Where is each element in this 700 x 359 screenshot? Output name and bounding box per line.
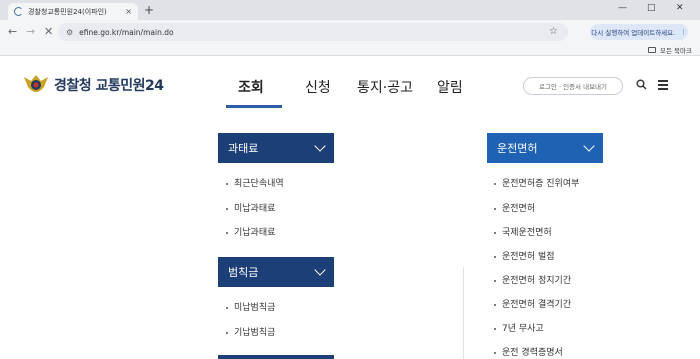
- browser-tabstrip: 경찰청교통민원24(이파인) × + — □ ✕: [0, 0, 700, 20]
- tab-close-icon[interactable]: ×: [125, 7, 132, 16]
- column-divider: [463, 267, 464, 359]
- menu-item-recent-enforcement[interactable]: 최근단속내역: [226, 176, 284, 189]
- more-menu-icon: ⋮: [680, 28, 687, 36]
- url-text: efine.go.kr/main/main.do: [79, 27, 174, 37]
- menu-item-unpaid-penalty[interactable]: 미납범칙금: [226, 300, 275, 313]
- menu-item-label: 운전면허 결격기간: [502, 300, 572, 310]
- menu-item-label: 기납범칙금: [234, 328, 276, 338]
- update-button[interactable]: 다시 실행하여 업데이트하세요. ⋮: [590, 24, 688, 40]
- bookmarks-bar: 모든 북마크: [0, 44, 700, 56]
- new-tab-button[interactable]: +: [144, 4, 154, 16]
- chevron-down-icon: [314, 264, 326, 276]
- menu-item-paid-penalty[interactable]: 기납범칙금: [226, 325, 275, 338]
- category-license-title: 운전면허: [497, 142, 538, 155]
- menu-item-7yr-no-accident[interactable]: 7년 무사고: [494, 321, 544, 334]
- stop-loading-icon[interactable]: ✕: [44, 25, 53, 38]
- bookmark-star-icon[interactable]: ☆: [549, 26, 558, 37]
- menu-item-unpaid-fines[interactable]: 미납과태료: [226, 201, 275, 214]
- logo-text: 경찰청 교통민원24: [54, 75, 164, 95]
- loading-spinner-icon: [14, 7, 23, 16]
- back-arrow-icon[interactable]: ←: [8, 25, 17, 38]
- menu-item-license[interactable]: 운전면허: [494, 201, 535, 214]
- category-penalty-title: 범칙금: [228, 266, 259, 279]
- chevron-down-icon: [583, 140, 595, 152]
- browser-tab[interactable]: 경찰청교통민원24(이파인) ×: [8, 3, 138, 20]
- close-window-button[interactable]: ✕: [676, 3, 684, 13]
- hamburger-menu-icon[interactable]: [658, 80, 668, 92]
- menu-item-label: 운전면허증 진위여부: [502, 179, 580, 189]
- gnb-alert[interactable]: 알림: [437, 77, 463, 97]
- update-label: 다시 실행하여 업데이트하세요.: [591, 29, 676, 37]
- menu-item-license-verify[interactable]: 운전면허증 진위여부: [494, 176, 579, 189]
- menu-item-label: 미납과태료: [234, 204, 276, 214]
- minimize-button[interactable]: —: [618, 3, 627, 13]
- page-content: 경찰청 교통민원24 조회 신청 통지·공고 알림 로그인 · 인증서 내보내기…: [0, 57, 700, 359]
- menu-item-label: 최근단속내역: [234, 179, 284, 189]
- address-bar[interactable]: ⚙ efine.go.kr/main/main.do ☆: [58, 23, 568, 41]
- category-fines-header[interactable]: 과태료: [218, 133, 334, 163]
- site-logo[interactable]: 경찰청 교통민원24: [22, 71, 164, 99]
- site-info-icon[interactable]: ⚙: [66, 28, 73, 37]
- maximize-button[interactable]: □: [647, 3, 656, 13]
- menu-item-disqualification-period[interactable]: 운전면허 결격기간: [494, 297, 571, 310]
- all-bookmarks-label: 모든 북마크: [660, 47, 692, 55]
- menu-item-driving-record[interactable]: 운전 경력증명서: [494, 345, 563, 358]
- forward-arrow-icon[interactable]: →: [26, 25, 35, 38]
- menu-item-label: 운전 경력증명서: [502, 348, 563, 358]
- police-emblem-icon: [24, 75, 48, 92]
- menu-item-label: 기납과태료: [234, 228, 276, 238]
- category-fines-title: 과태료: [228, 142, 259, 155]
- menu-item-intl-license[interactable]: 국제운전면허: [494, 225, 552, 238]
- logo-main: 경찰청: [54, 78, 92, 94]
- login-button[interactable]: 로그인 · 인증서 내보내기: [523, 77, 623, 95]
- category-license-header[interactable]: 운전면허: [487, 133, 603, 163]
- logo-sub: 교통민원24: [95, 78, 165, 94]
- menu-item-label: 운전면허: [502, 204, 536, 214]
- all-bookmarks-button[interactable]: 모든 북마크: [648, 45, 692, 55]
- category-penalty-header[interactable]: 범칙금: [218, 257, 334, 287]
- menu-item-label: 미납범칙금: [234, 303, 276, 313]
- menu-item-label: 운전면허 정지기간: [502, 276, 572, 286]
- next-category-header[interactable]: [218, 355, 334, 359]
- menu-item-label: 운전면허 벌점: [502, 252, 555, 262]
- active-tab-underline: [226, 105, 282, 108]
- tab-title: 경찰청교통민원24(이파인): [28, 7, 107, 16]
- folder-icon: [648, 47, 657, 53]
- browser-toolbar: ← → ✕ ⚙ efine.go.kr/main/main.do ☆ 다시 실행…: [0, 20, 700, 44]
- gnb-lookup[interactable]: 조회: [238, 77, 264, 97]
- menu-item-label: 국제운전면허: [502, 228, 552, 238]
- menu-item-label: 7년 무사고: [502, 324, 544, 334]
- menu-item-suspension-period[interactable]: 운전면허 정지기간: [494, 273, 571, 286]
- chevron-down-icon: [314, 140, 326, 152]
- gnb-apply[interactable]: 신청: [305, 77, 331, 97]
- menu-item-paid-fines[interactable]: 기납과태료: [226, 225, 275, 238]
- menu-item-license-points[interactable]: 운전면허 벌점: [494, 249, 555, 262]
- gnb-notice[interactable]: 통지·공고: [357, 77, 413, 97]
- search-icon[interactable]: [636, 79, 647, 90]
